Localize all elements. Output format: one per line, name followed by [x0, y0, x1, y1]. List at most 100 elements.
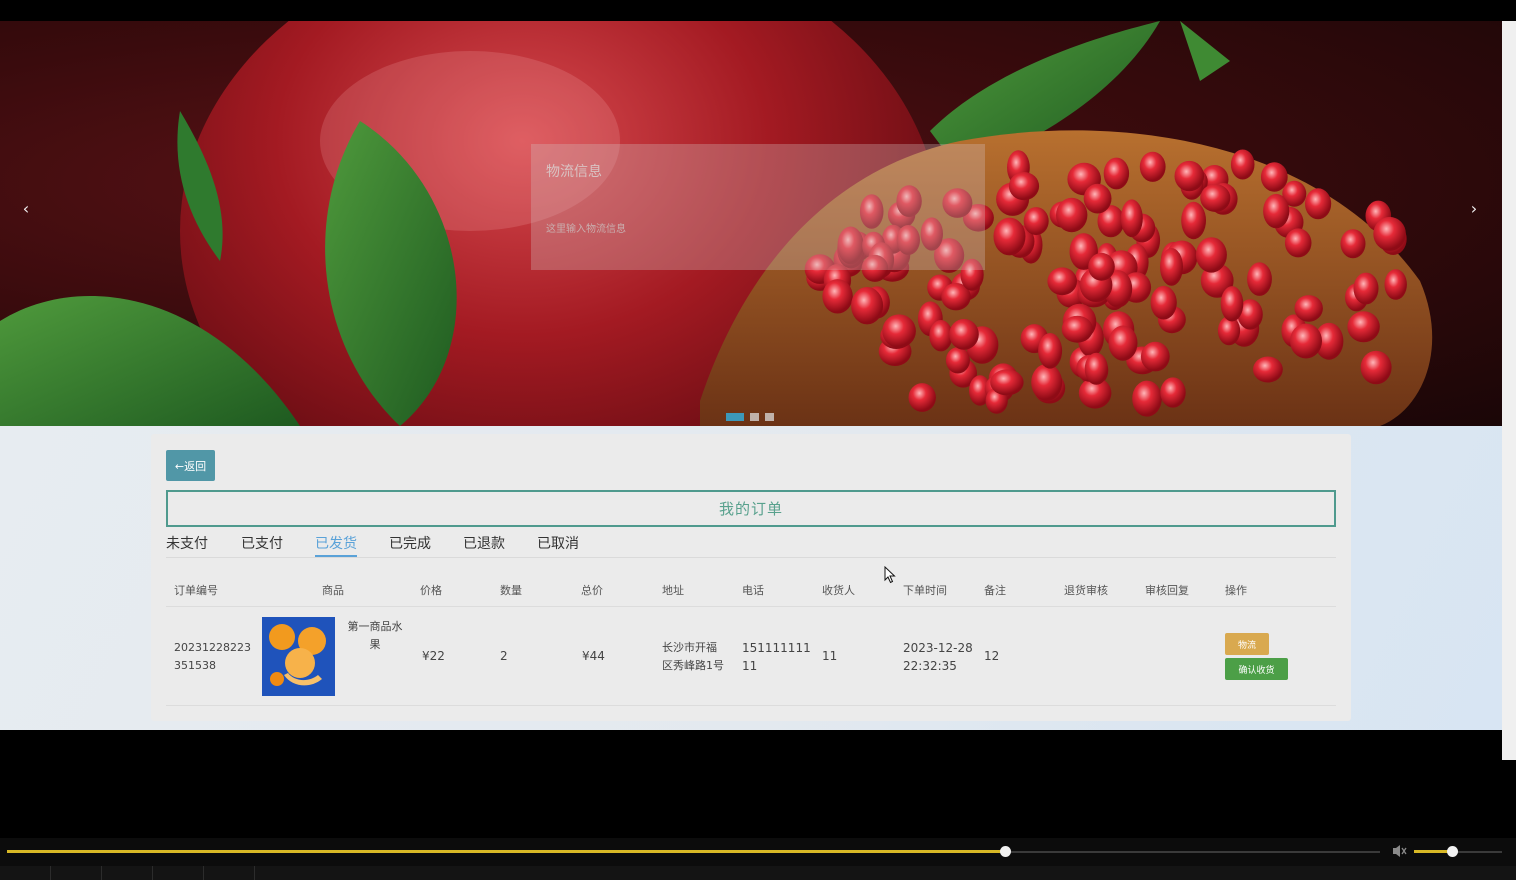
order-address-line1: 长沙市开福 [662, 641, 717, 654]
column-header-phone: 电话 [742, 584, 764, 597]
order-address-line2: 区秀峰路1号 [662, 659, 724, 672]
pomegranate-seed [1108, 325, 1138, 361]
tab-refunded[interactable]: 已退款 [463, 533, 505, 553]
order-receiver: 11 [822, 649, 838, 663]
pomegranate-seed [822, 279, 853, 314]
tab-completed[interactable]: 已完成 [389, 533, 431, 553]
tab-paid[interactable]: 已支付 [241, 533, 283, 553]
table-header-divider [166, 606, 1336, 607]
pomegranate-seed [1200, 184, 1231, 212]
product-name-line1: 第一商品水 [347, 620, 403, 633]
carousel-dot-2[interactable] [750, 413, 759, 421]
vertical-scrollbar[interactable] [1502, 21, 1516, 760]
tab-cancelled[interactable]: 已取消 [537, 533, 579, 553]
tabs-divider [166, 557, 1336, 558]
order-number-line2: 351538 [174, 659, 216, 672]
carousel-next-arrow[interactable]: › [1462, 197, 1486, 221]
pomegranate-seed [882, 314, 916, 348]
screen: ‹ › 物流信息 ←返回 我的订单 未支付 已支付 已发货 已完成 已退款 已取… [0, 0, 1516, 880]
column-header-return-review: 退货审核 [1064, 584, 1108, 597]
pomegranate-seed [1132, 380, 1162, 417]
column-header-actions: 操作 [1225, 584, 1247, 597]
order-time-clock: 22:32:35 [903, 659, 957, 673]
pomegranate-seed [1247, 262, 1272, 296]
progress-handle[interactable] [999, 846, 1011, 857]
pomegranate-seed [1373, 216, 1406, 251]
volume-icon[interactable] [1391, 843, 1409, 859]
column-header-review-reply: 审核回复 [1145, 584, 1189, 597]
page-title: 我的订单 [718, 500, 783, 518]
table-row-divider [166, 705, 1336, 706]
pomegranate-seed [1260, 162, 1288, 192]
logistics-info-input[interactable] [546, 220, 846, 238]
column-header-receiver: 收货人 [822, 584, 855, 597]
carousel-dot-3[interactable] [765, 413, 774, 421]
pomegranate-seed [1140, 341, 1170, 372]
pomegranate-seed [945, 347, 970, 374]
pomegranate-seed [1347, 311, 1380, 343]
pomegranate-seed [990, 369, 1024, 396]
pomegranate-seed [1305, 188, 1332, 220]
column-header-price: 价格 [420, 584, 442, 597]
page-title-box: 我的订单 [166, 490, 1336, 527]
pomegranate-seed [993, 217, 1026, 256]
pomegranate-seed [1360, 350, 1392, 385]
pomegranate-seed [1290, 323, 1322, 359]
order-phone: 151111111 11 [742, 639, 811, 675]
pomegranate-seed [851, 287, 884, 325]
pomegranate-seed [908, 383, 936, 412]
order-quantity: 2 [500, 649, 508, 663]
taskbar [0, 866, 1516, 880]
order-number-line1: 20231228223 [174, 641, 251, 654]
back-button[interactable]: ←返回 [166, 450, 215, 481]
pomegranate-seed [1220, 286, 1244, 322]
order-total: ¥44 [582, 649, 605, 663]
pomegranate-seed [929, 320, 953, 352]
order-remark: 12 [984, 649, 1000, 663]
carousel-dot-1[interactable] [726, 413, 744, 421]
mouse-cursor-icon [884, 566, 896, 584]
order-address: 长沙市开福 区秀峰路1号 [662, 639, 724, 675]
confirm-receipt-button[interactable]: 确认收货 [1225, 658, 1288, 680]
progress-fill [7, 850, 1006, 853]
pomegranate-seed [1150, 285, 1177, 320]
pomegranate-seed [1083, 183, 1112, 214]
taskbar-separator [203, 866, 204, 880]
order-price: ¥22 [422, 649, 445, 663]
taskbar-separator [50, 866, 51, 880]
pomegranate-seed [1174, 160, 1205, 192]
pomegranate-seed [1056, 197, 1088, 233]
pomegranate-seed [1023, 207, 1049, 236]
column-header-order-time: 下单时间 [903, 584, 947, 597]
tab-shipped[interactable]: 已发货 [315, 533, 357, 553]
banner-carousel: ‹ › 物流信息 [0, 21, 1502, 426]
order-time-date: 2023-12-28 [903, 641, 973, 655]
pomegranate-seed [1181, 201, 1206, 240]
pomegranate-seed [1088, 252, 1115, 281]
carousel-prev-arrow[interactable]: ‹ [14, 197, 38, 221]
pomegranate-seed [1084, 352, 1108, 385]
pomegranate-seed [1284, 228, 1312, 258]
pomegranate-seed [1195, 237, 1227, 273]
product-name-line2: 果 [369, 638, 381, 651]
taskbar-separator [254, 866, 255, 880]
order-phone-line1: 151111111 [742, 641, 811, 655]
pomegranate-seed [1031, 363, 1063, 401]
column-header-product: 商品 [322, 584, 344, 597]
logistics-info-panel: 物流信息 [531, 144, 985, 270]
product-thumbnail[interactable] [262, 617, 335, 696]
order-time: 2023-12-28 22:32:35 [903, 639, 973, 675]
logistics-button[interactable]: 物流 [1225, 633, 1269, 655]
pomegranate-seed [1061, 315, 1093, 343]
pomegranate-seed [1340, 229, 1366, 259]
tab-unpaid[interactable]: 未支付 [166, 533, 208, 553]
taskbar-separator [101, 866, 102, 880]
pomegranate-seed [1120, 199, 1143, 238]
pomegranate-seed [1160, 377, 1186, 408]
column-header-order-no: 订单编号 [174, 584, 218, 597]
column-header-remark: 备注 [984, 584, 1006, 597]
pomegranate-seed [949, 319, 979, 350]
taskbar-separator [152, 866, 153, 880]
pomegranate-seed [1047, 267, 1077, 296]
pomegranate-seed [1263, 193, 1290, 229]
